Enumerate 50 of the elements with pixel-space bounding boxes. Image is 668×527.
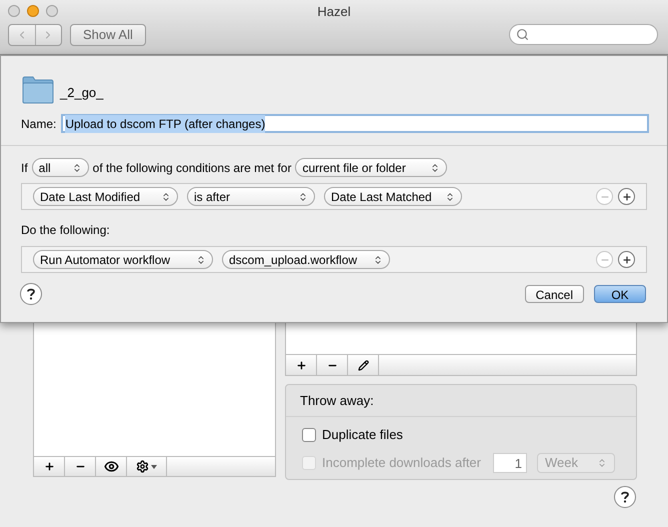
popup-button[interactable]: Date Last Modified: [33, 187, 178, 206]
question-mark-icon: [621, 491, 629, 503]
stepper-icon: [298, 192, 308, 202]
back-forward-control[interactable]: [8, 24, 62, 46]
popup-button[interactable]: current file or folder: [295, 158, 448, 177]
close-button[interactable]: [8, 5, 20, 17]
minimize-button[interactable]: [27, 5, 39, 17]
search-icon: [516, 28, 529, 41]
add-button[interactable]: [618, 188, 635, 205]
stepper-icon: [373, 254, 383, 264]
window-title: Hazel: [317, 4, 351, 19]
question-mark-icon: [27, 288, 35, 300]
gear-icon: [136, 460, 149, 473]
popup-button[interactable]: dscom_upload.workflow: [222, 250, 390, 269]
if-label: If: [21, 160, 28, 176]
checkbox-label: Incomplete downloads after: [322, 454, 481, 472]
stepper-icon: [430, 162, 440, 172]
dialog-button[interactable]: OK: [594, 285, 646, 303]
folder-icon: [22, 76, 54, 104]
conditions-label: of the following conditions are met for: [92, 160, 292, 176]
help-button[interactable]: [614, 486, 636, 508]
eye-icon: [104, 459, 118, 474]
popup-button[interactable]: Date Last Matched: [324, 187, 462, 206]
stepper-icon: [161, 192, 171, 202]
stepper-icon: [596, 458, 607, 468]
throw-away-title: Throw away:: [300, 392, 374, 410]
stepper-icon: [72, 162, 82, 172]
zoom-button[interactable]: [46, 5, 58, 17]
dropdown-triangle-icon: [151, 464, 157, 468]
actions-label: Do the following:: [21, 223, 110, 237]
popup-button[interactable]: is after: [187, 187, 315, 206]
folder-name: _2_go_: [60, 84, 104, 102]
search-field[interactable]: [509, 24, 658, 45]
stepper-icon: [196, 254, 206, 264]
checkbox[interactable]: [302, 428, 316, 442]
dialog-button[interactable]: Cancel: [524, 285, 584, 303]
popup-button[interactable]: Run Automator workflow: [33, 250, 213, 269]
show-all-button[interactable]: Show All: [70, 24, 146, 46]
add-button[interactable]: [618, 251, 635, 268]
checkbox-label: Duplicate files: [322, 426, 403, 444]
plus-icon: [296, 360, 306, 370]
plus-icon: [622, 192, 632, 202]
pencil-icon: [358, 360, 368, 370]
popup-button[interactable]: all: [32, 158, 89, 177]
plus-icon: [622, 254, 632, 264]
help-button[interactable]: [20, 283, 42, 305]
name-field[interactable]: Upload to dscom FTP (after changes): [61, 114, 649, 133]
name-label: Name:: [21, 116, 56, 132]
stepper-icon: [445, 192, 455, 202]
plus-icon: [44, 461, 54, 472]
